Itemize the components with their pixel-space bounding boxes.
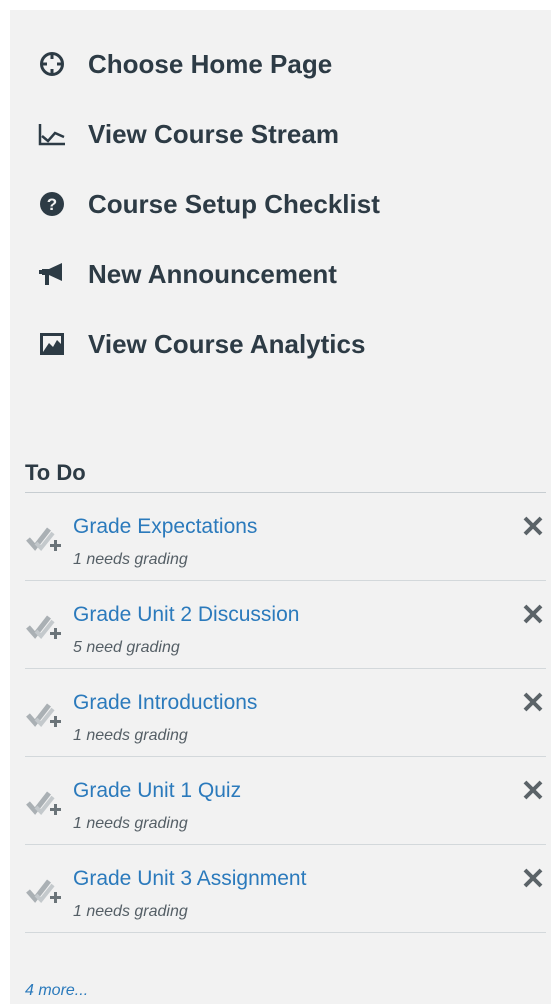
choose-home-page-button[interactable]: Choose Home Page xyxy=(38,44,332,84)
todo-item-status: 1 needs grading xyxy=(73,903,188,920)
new-announcement-button[interactable]: New Announcement xyxy=(38,254,337,294)
todo-item: Grade Unit 3 Assignment 1 needs grading xyxy=(25,845,546,933)
action-label: View Course Stream xyxy=(88,118,339,149)
grade-check-plus-icon xyxy=(25,523,65,555)
action-label: Choose Home Page xyxy=(88,48,333,79)
todo-item: Grade Unit 1 Quiz 1 needs grading xyxy=(25,757,546,845)
todo-item: Grade Unit 2 Discussion 5 need grading xyxy=(25,581,546,669)
todo-item-status: 1 needs grading xyxy=(73,551,188,568)
close-icon[interactable] xyxy=(520,865,546,891)
action-label: View Course Analytics xyxy=(88,328,366,359)
grade-check-plus-icon xyxy=(25,875,65,907)
svg-text:?: ? xyxy=(47,195,57,214)
todo-item-link[interactable]: Grade Introductions xyxy=(73,691,257,715)
target-icon xyxy=(38,50,66,78)
todo-item: Grade Expectations 1 needs grading xyxy=(25,493,546,581)
close-icon[interactable] xyxy=(520,689,546,715)
grade-check-plus-icon xyxy=(25,699,65,731)
todo-item-status: 1 needs grading xyxy=(73,727,188,744)
view-course-stream-button[interactable]: View Course Stream xyxy=(38,114,339,154)
megaphone-icon xyxy=(38,260,66,288)
todo-item-status: 5 need grading xyxy=(73,639,180,656)
more-todo-link[interactable]: 4 more... xyxy=(25,982,88,1000)
close-icon[interactable] xyxy=(520,513,546,539)
todo-item-link[interactable]: Grade Unit 2 Discussion xyxy=(73,603,299,627)
todo-item: Grade Introductions 1 needs grading xyxy=(25,669,546,757)
course-sidebar: Choose Home Page View Course Stream ? Co… xyxy=(10,10,551,1004)
todo-item-link[interactable]: Grade Unit 3 Assignment xyxy=(73,867,306,891)
todo-item-link[interactable]: Grade Unit 1 Quiz xyxy=(73,779,241,803)
todo-title: To Do xyxy=(25,460,86,485)
action-label: Course Setup Checklist xyxy=(88,188,380,219)
view-course-analytics-button[interactable]: View Course Analytics xyxy=(38,324,365,364)
action-label: New Announcement xyxy=(88,258,337,289)
line-chart-icon xyxy=(38,120,66,148)
grade-check-plus-icon xyxy=(25,611,65,643)
close-icon[interactable] xyxy=(520,777,546,803)
todo-item-link[interactable]: Grade Expectations xyxy=(73,515,257,539)
grade-check-plus-icon xyxy=(25,787,65,819)
close-icon[interactable] xyxy=(520,601,546,627)
question-icon: ? xyxy=(38,190,66,218)
analytics-icon xyxy=(38,330,66,358)
todo-header: To Do xyxy=(25,456,546,493)
course-setup-checklist-button[interactable]: ? Course Setup Checklist xyxy=(38,184,380,224)
todo-item-status: 1 needs grading xyxy=(73,815,188,832)
